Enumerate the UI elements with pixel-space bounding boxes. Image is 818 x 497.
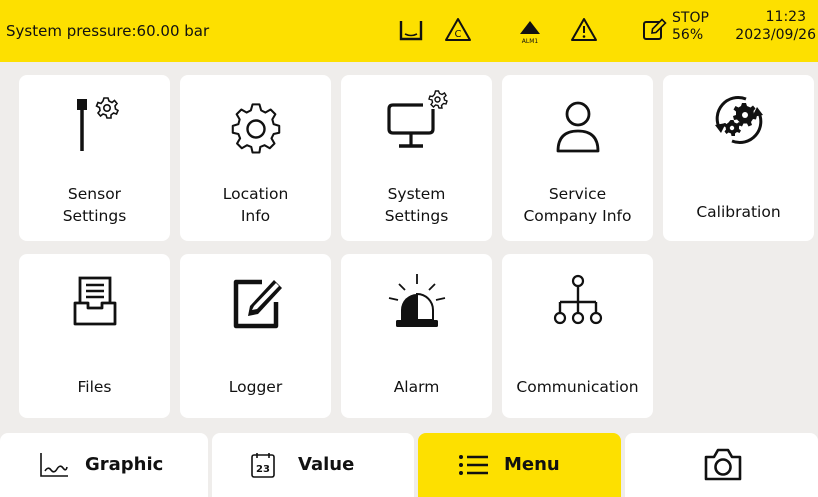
tab-graphic[interactable]: Graphic: [0, 433, 208, 497]
gear-icon: [180, 100, 331, 162]
logger-edit-icon: [180, 272, 331, 336]
calibration-label: Calibration: [696, 203, 781, 221]
line-chart-icon: [38, 451, 70, 483]
sensor-settings-label: Sensor Settings: [62, 185, 127, 225]
list-menu-icon: [458, 453, 490, 481]
tab-camera[interactable]: [625, 433, 818, 497]
status-bar: System pressure:60.00 bar C ALM1 STOP 56…: [0, 0, 818, 62]
files-tray-icon: [19, 274, 170, 332]
alarm-light-icon: [341, 270, 492, 336]
calibration-tile[interactable]: Calibration: [663, 75, 814, 241]
stop-text: STOP: [672, 10, 709, 26]
tab-menu[interactable]: Menu: [418, 433, 621, 497]
logger-tile[interactable]: Logger: [180, 254, 331, 418]
location-info-label: Location Info: [222, 185, 289, 225]
alarm-tile[interactable]: Alarm: [341, 254, 492, 418]
files-label: Files: [77, 378, 112, 396]
tab-graphic-label: Graphic: [85, 454, 164, 475]
tab-value-label: Value: [298, 454, 355, 475]
calendar-value-icon: 23: [250, 451, 276, 483]
service-company-info-label: Service Company Info: [523, 185, 632, 225]
sensor-settings-tile[interactable]: Sensor Settings: [19, 75, 170, 241]
monitor-settings-icon: [341, 89, 492, 161]
alarm-label: Alarm: [393, 378, 440, 396]
svg-text:C: C: [455, 29, 462, 40]
tab-menu-label: Menu: [504, 454, 560, 475]
communication-label: Communication: [516, 378, 639, 396]
camera-icon: [703, 446, 743, 486]
logger-label: Logger: [228, 378, 283, 396]
stop-percent: 56%: [672, 27, 704, 43]
system-settings-tile[interactable]: System Settings: [341, 75, 492, 241]
person-icon: [502, 97, 653, 157]
edit-status-icon: [640, 15, 670, 45]
alarm-status-icon: ALM1: [515, 15, 545, 45]
tab-value[interactable]: 23 Value: [212, 433, 414, 497]
container-icon: [396, 15, 426, 45]
c-warning-icon: C: [443, 15, 473, 45]
svg-text:23: 23: [256, 464, 270, 475]
communication-tile[interactable]: Communication: [502, 254, 653, 418]
svg-text:ALM1: ALM1: [522, 38, 539, 45]
system-pressure-text: System pressure:60.00 bar: [6, 22, 210, 40]
stop-status: STOP 56%: [672, 10, 709, 44]
calibration-icon: [663, 87, 814, 157]
clock: 11:23 2023/09/26: [722, 8, 816, 44]
service-company-info-tile[interactable]: Service Company Info: [502, 75, 653, 241]
location-info-tile[interactable]: Location Info: [180, 75, 331, 241]
bottom-tab-bar: Graphic 23 Value Menu: [0, 433, 818, 497]
files-tile[interactable]: Files: [19, 254, 170, 418]
date: 2023/09/26: [735, 27, 816, 43]
sensor-settings-icon: [19, 93, 170, 159]
time: 11:23: [765, 9, 806, 25]
warning-icon: [569, 15, 599, 45]
system-settings-label: System Settings: [384, 185, 449, 225]
network-icon: [502, 272, 653, 340]
